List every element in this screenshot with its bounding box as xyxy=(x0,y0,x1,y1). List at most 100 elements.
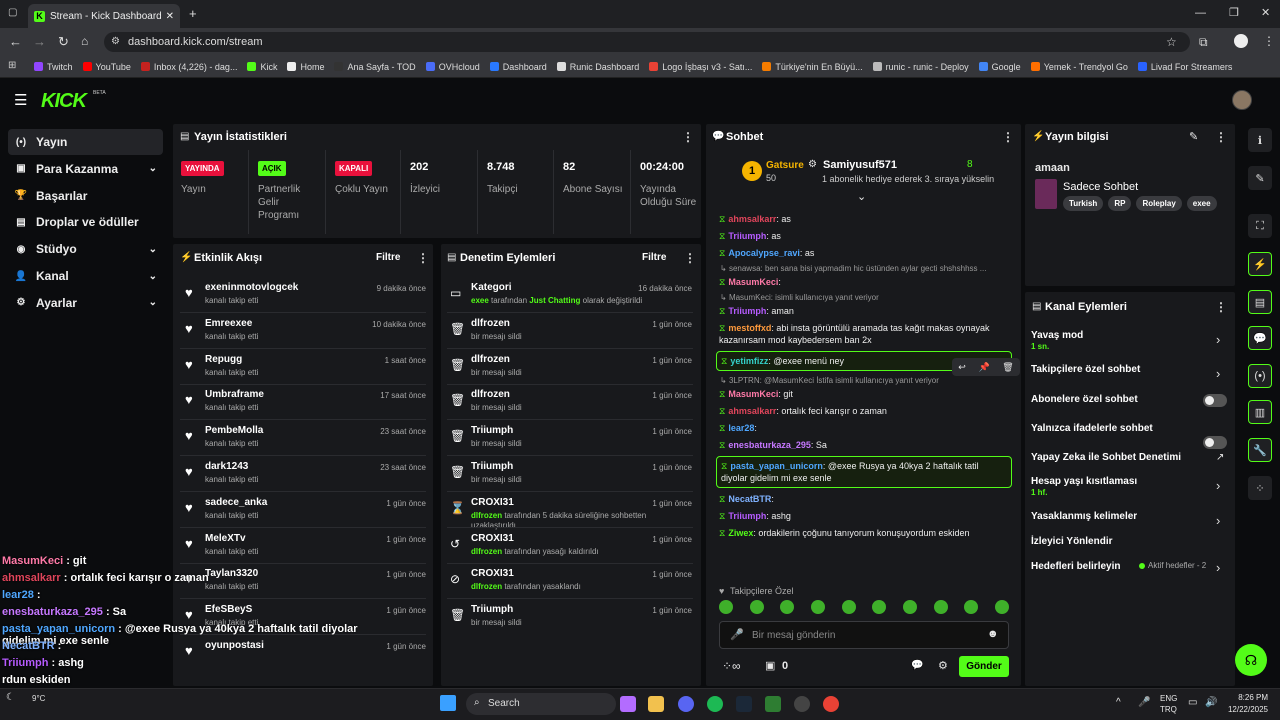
bookmark-item[interactable]: OVHcloud xyxy=(425,62,480,72)
bookmark-item[interactable]: Google xyxy=(978,62,1021,72)
chat-username[interactable]: NecatBTR xyxy=(728,494,771,504)
rail-apps-icon[interactable]: ⁘ xyxy=(1248,476,1272,500)
bookmark-item[interactable]: Livad For Streamers xyxy=(1137,62,1232,72)
chat-settings-icon[interactable]: ⚙ xyxy=(938,659,948,672)
bookmark-item[interactable]: Twitch xyxy=(34,62,73,72)
bookmark-item[interactable]: Türkiye'nin En Büyü... xyxy=(762,62,863,72)
close-window-icon[interactable]: ✕ xyxy=(1261,6,1270,19)
channel-action-label[interactable]: Yasaklanmış kelimeler xyxy=(1031,511,1137,522)
sidebar-item-0[interactable]: (•) Yayın xyxy=(8,129,163,155)
bookmark-item[interactable]: Runic Dashboard xyxy=(556,62,639,72)
emote-icon[interactable] xyxy=(841,600,856,614)
volume-icon[interactable]: 🔊 xyxy=(1205,697,1217,708)
chat-username[interactable]: yetimfizz xyxy=(730,356,768,366)
chat-message[interactable]: ⧖ enesbaturkaza_295: Sa xyxy=(716,439,1012,451)
language-code[interactable]: ENG xyxy=(1160,694,1177,703)
channel-action-label[interactable]: Yapay Zeka ile Sohbet Denetimi xyxy=(1031,452,1181,463)
bookmark-item[interactable]: Yemek - Trendyol Go xyxy=(1030,62,1128,72)
chat-username[interactable]: MasumKeci xyxy=(728,277,778,287)
chat-username[interactable]: ahmsalkarr xyxy=(728,406,776,416)
sidebar-item-6[interactable]: ⚙ Ayarlar ⌄ xyxy=(8,290,163,316)
rail-capture-icon[interactable]: ⛶ xyxy=(1248,214,1272,238)
back-icon[interactable]: ← xyxy=(9,34,22,49)
stream-tag[interactable]: Turkish xyxy=(1063,196,1104,211)
chevron-right-icon[interactable]: › xyxy=(1216,332,1220,347)
emote-icon[interactable] xyxy=(994,600,1009,614)
chrome-menu-icon[interactable]: ⋮ xyxy=(1263,34,1275,48)
chat-username[interactable]: lear28 xyxy=(728,423,754,433)
browser-tab[interactable]: K Stream - Kick Dashboard ✕ xyxy=(28,4,180,28)
sidebar-item-4[interactable]: ◉ Stüdyo ⌄ xyxy=(8,236,163,262)
chat-message[interactable]: ⧖ Apocalypse_ravi: as xyxy=(716,247,1012,259)
moderation-name[interactable]: Triiumph xyxy=(471,425,513,436)
moderation-menu-icon[interactable]: ⋮ xyxy=(684,251,696,265)
chat-username[interactable]: enesbaturkaza_295 xyxy=(728,440,811,450)
rail-info-icon[interactable]: ℹ xyxy=(1248,128,1272,152)
activity-name[interactable]: MeleXTv xyxy=(205,533,246,544)
bookmark-item[interactable]: Logo İşbaşı v3 - Satı... xyxy=(649,62,752,72)
forward-icon[interactable]: → xyxy=(33,34,46,49)
stream-tag[interactable]: RP xyxy=(1108,196,1132,211)
chat-message[interactable]: ⧖ NecatBTR: xyxy=(716,493,1012,505)
chat-message[interactable]: ⧖ Triiumph: aman xyxy=(716,305,1012,317)
kick-logo[interactable]: KICK xyxy=(41,90,87,113)
activity-name[interactable]: sadece_anka xyxy=(205,497,267,508)
chevron-right-icon[interactable]: › xyxy=(1216,366,1220,381)
weather-icon[interactable]: ☾ xyxy=(6,692,15,703)
chat-username[interactable]: Ziwex xyxy=(728,528,753,538)
network-icon[interactable]: ▭ xyxy=(1188,697,1197,708)
stream-tag[interactable]: Roleplay xyxy=(1136,196,1182,211)
channel-actions-menu-icon[interactable]: ⋮ xyxy=(1215,300,1227,314)
user-avatar[interactable] xyxy=(1232,90,1252,110)
apps-icon[interactable]: ⊞ xyxy=(8,60,16,71)
stream-tag[interactable]: exee xyxy=(1186,196,1217,211)
moderation-name[interactable]: dlfrozen xyxy=(471,318,510,329)
hamburger-menu-icon[interactable]: ☰ xyxy=(14,91,27,109)
points-icon[interactable]: ▣ xyxy=(765,659,775,672)
channel-action-label[interactable]: Yavaş mod xyxy=(1031,330,1083,341)
moderation-name[interactable]: Kategori xyxy=(471,282,512,293)
chat-message[interactable]: ⧖ mestoffxd: abi insta görüntülü aramada … xyxy=(716,322,1012,346)
chat-username[interactable]: Triiumph xyxy=(728,306,766,316)
chat-message[interactable]: ⧖ MasumKeci: git xyxy=(716,388,1012,400)
windows-start-icon[interactable] xyxy=(440,695,456,711)
moderation-name[interactable]: dlfrozen xyxy=(471,389,510,400)
chat-username[interactable]: Triiumph xyxy=(728,231,766,241)
channel-action-label[interactable]: İzleyici Yönlendir xyxy=(1031,536,1113,547)
bookmark-star-icon[interactable]: ☆ xyxy=(1166,35,1177,49)
reload-icon[interactable]: ↻ xyxy=(58,34,69,50)
file-explorer-icon[interactable] xyxy=(648,696,664,712)
chat-username[interactable]: mestoffxd xyxy=(728,323,771,333)
chevron-right-icon[interactable]: › xyxy=(1216,478,1220,493)
tab-close-icon[interactable]: ✕ xyxy=(166,11,174,22)
app-icon[interactable] xyxy=(765,696,781,712)
rail-list-icon[interactable]: ▤ xyxy=(1248,290,1272,314)
chat-username[interactable]: Triiumph xyxy=(728,511,766,521)
activity-name[interactable]: Umbraframe xyxy=(205,389,264,400)
activity-filter-button[interactable]: Filtre xyxy=(376,252,400,263)
bookmark-item[interactable]: Inbox (4,226) - dag... xyxy=(140,62,237,72)
stream-info-menu-icon[interactable]: ⋮ xyxy=(1215,130,1227,144)
chat-username[interactable]: MasumKeci xyxy=(728,389,778,399)
emoji-icon[interactable]: ☻ xyxy=(987,628,999,640)
emote-icon[interactable] xyxy=(749,600,764,614)
chat-message[interactable]: ⧖ ahmsalkarr: ortalık feci karışır o zama… xyxy=(716,405,1012,417)
moderation-name[interactable]: CROXI31 xyxy=(471,568,514,579)
activity-name[interactable]: exeninmotovlogcek xyxy=(205,282,298,293)
rail-wrench-icon[interactable]: 🔧 xyxy=(1248,438,1272,462)
emote-icon[interactable] xyxy=(902,600,917,614)
new-tab-icon[interactable]: + xyxy=(189,6,197,21)
collapse-pinned-icon[interactable]: ⌄ xyxy=(857,190,866,203)
home-icon[interactable]: ⌂ xyxy=(81,34,88,48)
minimize-icon[interactable]: — xyxy=(1195,7,1206,19)
chat-username[interactable]: Apocalypse_ravi xyxy=(728,248,800,258)
taskbar-search[interactable]: Search xyxy=(466,693,616,715)
moderation-name[interactable]: CROXI31 xyxy=(471,533,514,544)
rail-broadcast-icon[interactable]: (•) xyxy=(1248,364,1272,388)
emote-icon[interactable] xyxy=(872,600,887,614)
tray-mic-icon[interactable]: 🎤 xyxy=(1138,697,1150,708)
profile-icon[interactable] xyxy=(1234,34,1248,48)
chat-message[interactable]: ⧖ pasta_yapan_unicorn: @exee Rusya ya 40k… xyxy=(716,456,1012,488)
emote-icon[interactable] xyxy=(780,600,795,614)
spotify-icon[interactable] xyxy=(707,696,723,712)
